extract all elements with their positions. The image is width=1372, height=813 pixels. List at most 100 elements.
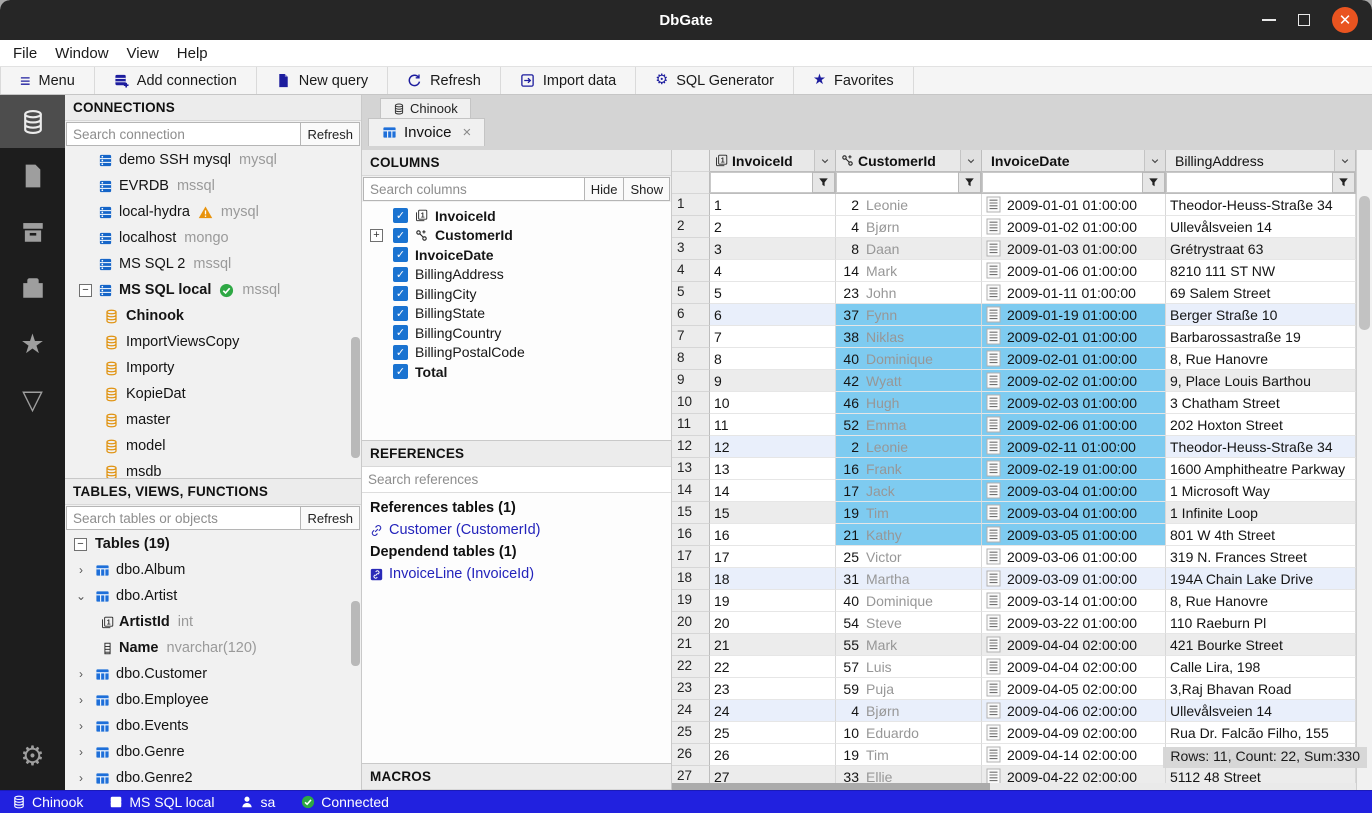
column-menu-icon[interactable] [1144,150,1165,171]
grid-cell-billingAddress[interactable]: Barbarossastraße 19 [1166,326,1356,348]
column-toggle-item[interactable]: ✓BillingPostalCode [362,343,671,363]
grid-cell-invoiceId[interactable]: 5 [710,282,836,304]
open-document-icon[interactable] [986,262,1001,279]
grid-cell-billingAddress[interactable]: Rua Dr. Falcão Filho, 155 [1166,722,1356,744]
grid-cell-customerId[interactable]: 19Tim [836,502,982,524]
grid-cell-invoiceDate[interactable]: 2009-02-02 01:00:00 [982,370,1166,392]
open-document-icon[interactable] [986,570,1001,587]
open-document-icon[interactable] [986,592,1001,609]
grid-cell-invoiceId[interactable]: 26 [710,744,836,766]
row-number-cell[interactable]: 12 [672,436,710,458]
column-toggle-item[interactable]: ✓InvoiceDate [362,245,671,265]
grid-cell-invoiceDate[interactable]: 2009-03-06 01:00:00 [982,546,1166,568]
grid-cell-invoiceId[interactable]: 19 [710,590,836,612]
grid-cell-invoiceDate[interactable]: 2009-04-04 02:00:00 [982,634,1166,656]
open-document-icon[interactable] [986,658,1001,675]
column-toggle-item[interactable]: ✓1InvoiceId [362,206,671,226]
open-document-icon[interactable] [986,680,1001,697]
column-item[interactable]: 1ArtistIdint [65,609,361,635]
checkbox-checked-icon[interactable]: ✓ [393,286,408,301]
chevron-right-icon[interactable]: › [74,693,88,707]
table-item[interactable]: ›dbo.Employee [65,687,361,713]
connection-item[interactable]: −MS SQL localmssql [65,277,361,303]
grid-cell-billingAddress[interactable]: 202 Hoxton Street [1166,414,1356,436]
grid-cell-invoiceId[interactable]: 2 [710,216,836,238]
open-document-icon[interactable] [986,526,1001,543]
grid-cell-billingAddress[interactable]: 110 Raeburn Pl [1166,612,1356,634]
grid-cell-customerId[interactable]: 8Daan [836,238,982,260]
toolbar-add-connection[interactable]: Add connection [95,67,257,94]
grid-cell-billingAddress[interactable]: 8, Rue Hanovre [1166,348,1356,370]
chevron-right-icon[interactable]: › [74,563,88,577]
grid-cell-billingAddress[interactable]: 421 Bourke Street [1166,634,1356,656]
database-item[interactable]: master [65,407,361,433]
database-item[interactable]: model [65,433,361,459]
search-tables-input[interactable] [66,506,301,530]
grid-cell-invoiceDate[interactable]: 2009-03-09 01:00:00 [982,568,1166,590]
table-item[interactable]: ⌄dbo.Artist [65,583,361,609]
grid-cell-billingAddress[interactable]: 69 Salem Street [1166,282,1356,304]
minimize-icon[interactable] [1262,19,1276,21]
expand-icon[interactable]: + [370,229,383,242]
status-sa[interactable]: sa [240,794,275,810]
checkbox-checked-icon[interactable]: ✓ [393,345,408,360]
menu-file[interactable]: File [4,45,46,62]
grid-cell-customerId[interactable]: 40Dominique [836,348,982,370]
row-number-cell[interactable]: 17 [672,546,710,568]
open-document-icon[interactable] [986,724,1001,741]
row-number-cell[interactable]: 20 [672,612,710,634]
grid-cell-customerId[interactable]: 2Leonie [836,194,982,216]
grid-cell-invoiceDate[interactable]: 2009-01-11 01:00:00 [982,282,1166,304]
row-number-cell[interactable]: 1 [672,194,710,216]
grid-column-header-billingaddress[interactable]: BillingAddress [1166,150,1356,172]
grid-horizontal-scrollbar[interactable] [672,783,1356,790]
table-item[interactable]: ›dbo.Genre [65,739,361,765]
row-number-cell[interactable]: 16 [672,524,710,546]
grid-cell-invoiceDate[interactable]: 2009-04-09 02:00:00 [982,722,1166,744]
filter-input-customerid[interactable] [836,172,958,193]
database-item[interactable]: Importy [65,355,361,381]
open-document-icon[interactable] [986,394,1001,411]
grid-cell-invoiceId[interactable]: 6 [710,304,836,326]
grid-cell-customerId[interactable]: 16Frank [836,458,982,480]
grid-cell-billingAddress[interactable]: Ullevålsveien 14 [1166,216,1356,238]
open-document-icon[interactable] [986,746,1001,763]
connections-scrollbar[interactable] [351,337,360,458]
grid-cell-invoiceId[interactable]: 3 [710,238,836,260]
grid-cell-billingAddress[interactable]: 194A Chain Lake Drive [1166,568,1356,590]
grid-cell-invoiceDate[interactable]: 2009-04-05 02:00:00 [982,678,1166,700]
grid-cell-invoiceDate[interactable]: 2009-02-06 01:00:00 [982,414,1166,436]
grid-cell-invoiceDate[interactable]: 2009-04-14 02:00:00 [982,744,1166,766]
grid-cell-billingAddress[interactable]: 8, Rue Hanovre [1166,590,1356,612]
chevron-right-icon[interactable]: › [74,719,88,733]
grid-cell-invoiceId[interactable]: 23 [710,678,836,700]
grid-cell-invoiceDate[interactable]: 2009-01-01 01:00:00 [982,194,1166,216]
grid-column-header-invoicedate[interactable]: InvoiceDate [982,150,1166,172]
row-number-cell[interactable]: 26 [672,744,710,766]
grid-cell-customerId[interactable]: 14Mark [836,260,982,282]
grid-cell-invoiceDate[interactable]: 2009-01-19 01:00:00 [982,304,1166,326]
row-number-cell[interactable]: 10 [672,392,710,414]
menu-view[interactable]: View [118,45,168,62]
close-icon[interactable]: ✕ [1332,7,1358,33]
grid-cell-invoiceDate[interactable]: 2009-01-06 01:00:00 [982,260,1166,282]
row-number-cell[interactable]: 2 [672,216,710,238]
grid-cell-invoiceDate[interactable]: 2009-02-01 01:00:00 [982,326,1166,348]
row-number-cell[interactable]: 9 [672,370,710,392]
grid-cell-billingAddress[interactable]: 3,Raj Bhavan Road [1166,678,1356,700]
checkbox-checked-icon[interactable]: ✓ [393,247,408,262]
open-document-icon[interactable] [986,372,1001,389]
filter-funnel-icon[interactable] [1142,172,1165,193]
grid-cell-invoiceDate[interactable]: 2009-04-04 02:00:00 [982,656,1166,678]
toolbar-import-data[interactable]: Import data [501,67,636,94]
grid-cell-invoiceDate[interactable]: 2009-01-03 01:00:00 [982,238,1166,260]
search-connection-input[interactable] [66,122,301,146]
column-toggle-item[interactable]: +✓CustomerId [362,226,671,246]
grid-cell-billingAddress[interactable]: 8210 111 ST NW [1166,260,1356,282]
connection-item[interactable]: local-hydramysql [65,199,361,225]
grid-cell-invoiceId[interactable]: 25 [710,722,836,744]
reference-link[interactable]: Customer (CustomerId) [370,519,663,541]
database-item[interactable]: msdb [65,459,361,478]
tab-close-icon[interactable]: × [463,124,472,141]
row-number-cell[interactable]: 14 [672,480,710,502]
